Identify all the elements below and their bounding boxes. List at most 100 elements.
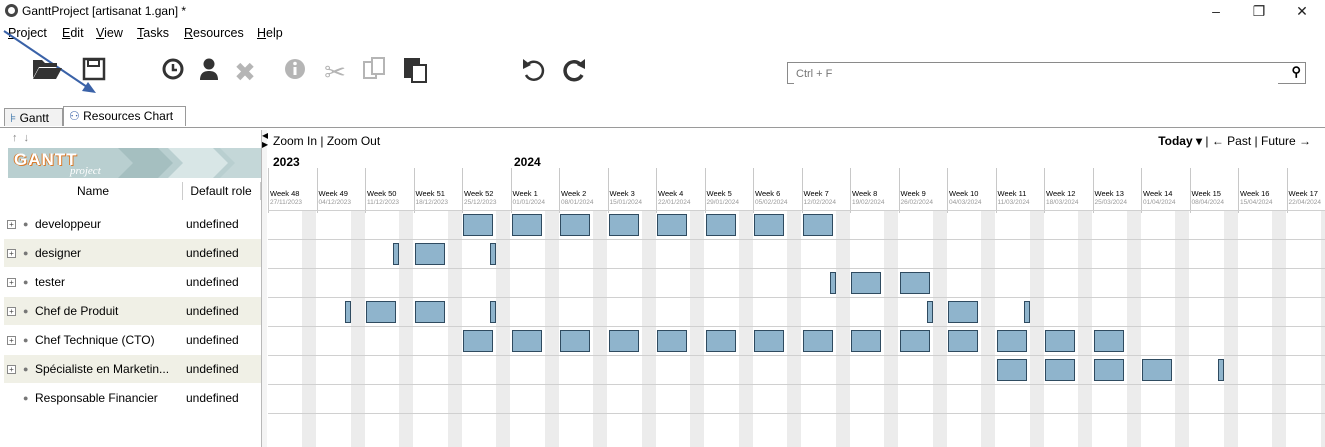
load-bar[interactable] xyxy=(1093,359,1124,381)
load-bar[interactable] xyxy=(490,301,496,323)
weekend-shade xyxy=(981,210,995,447)
person-icon[interactable] xyxy=(196,56,222,88)
column-header-name[interactable]: Name xyxy=(4,182,183,200)
load-bar[interactable] xyxy=(511,330,542,352)
table-row[interactable]: + ● developpeur undefined xyxy=(4,210,261,238)
search-input[interactable] xyxy=(794,64,1278,84)
load-bar[interactable] xyxy=(344,301,351,323)
cut-icon[interactable]: ✂ xyxy=(320,56,350,88)
resource-role: undefined xyxy=(186,362,239,376)
expand-icon[interactable]: + xyxy=(7,278,16,287)
table-row[interactable]: + ● Chef de Produit undefined xyxy=(4,297,261,325)
expand-icon[interactable]: + xyxy=(7,249,16,258)
past-link[interactable]: ← Past xyxy=(1212,134,1251,148)
menu-tasks[interactable]: Tasks xyxy=(137,26,169,40)
load-bar[interactable] xyxy=(1045,359,1075,381)
chevron-down-icon[interactable]: ▾ xyxy=(1196,134,1202,148)
expand-icon[interactable]: + xyxy=(7,307,16,316)
tab-gantt[interactable]: ⊧ Gantt xyxy=(4,108,63,126)
load-bar[interactable] xyxy=(463,214,493,236)
future-link[interactable]: Future → xyxy=(1261,134,1311,148)
panel-splitter[interactable]: ◀ ▶ xyxy=(262,130,268,447)
weekend-shade xyxy=(302,210,316,447)
load-bar[interactable] xyxy=(1142,359,1172,381)
resource-name: Responsable Financier xyxy=(35,391,158,405)
column-header-default-role[interactable]: Default role xyxy=(182,182,261,200)
zoom-out-link[interactable]: Zoom Out xyxy=(327,134,380,148)
table-row[interactable]: + ● tester undefined xyxy=(4,268,261,296)
load-bar[interactable] xyxy=(754,330,784,352)
save-icon[interactable] xyxy=(80,56,108,88)
load-bar[interactable] xyxy=(657,330,687,352)
week-column-header: Week 52 25/12/2023 xyxy=(462,168,512,213)
logo-subtitle: project xyxy=(70,165,101,177)
maximize-button[interactable]: ❐ xyxy=(1239,2,1279,20)
tab-resources-chart[interactable]: ⚇ Resources Chart xyxy=(63,106,186,126)
load-bar[interactable] xyxy=(1093,330,1124,352)
load-bar[interactable] xyxy=(1045,330,1075,352)
load-bar[interactable] xyxy=(414,301,445,323)
close-button[interactable]: ✕ xyxy=(1282,2,1322,20)
load-bar[interactable] xyxy=(996,359,1027,381)
load-bar[interactable] xyxy=(705,330,736,352)
table-row[interactable]: + ● designer undefined xyxy=(4,239,261,267)
menu-resources[interactable]: Resources xyxy=(184,26,244,40)
year-label: 2023 xyxy=(273,155,300,169)
load-bar[interactable] xyxy=(948,330,978,352)
load-bar[interactable] xyxy=(463,330,493,352)
search-icon[interactable]: ⚲ xyxy=(1291,64,1301,80)
redo-icon[interactable] xyxy=(560,56,590,88)
load-bar[interactable] xyxy=(414,243,445,265)
load-bar[interactable] xyxy=(851,272,881,294)
undo-icon[interactable] xyxy=(518,56,548,88)
load-bar[interactable] xyxy=(899,272,930,294)
load-bar[interactable] xyxy=(948,301,978,323)
week-column-header: Week 1 01/01/2024 xyxy=(510,168,561,213)
delete-icon[interactable]: ✖ xyxy=(232,56,258,88)
copy-icon[interactable] xyxy=(360,56,390,88)
load-bar[interactable] xyxy=(899,330,930,352)
menu-help[interactable]: Help xyxy=(257,26,283,40)
expand-icon[interactable]: + xyxy=(7,365,16,374)
table-row[interactable]: + ● Chef Technique (CTO) undefined xyxy=(4,326,261,354)
load-bar[interactable] xyxy=(996,330,1027,352)
expand-icon[interactable]: + xyxy=(7,336,16,345)
load-bar[interactable] xyxy=(560,214,590,236)
load-bar[interactable] xyxy=(829,272,836,294)
info-icon[interactable] xyxy=(282,56,308,88)
load-bar[interactable] xyxy=(366,301,396,323)
load-bar[interactable] xyxy=(1023,301,1030,323)
load-bar[interactable] xyxy=(608,330,639,352)
expand-icon[interactable]: + xyxy=(7,220,16,229)
open-folder-icon[interactable] xyxy=(30,56,64,88)
load-bar[interactable] xyxy=(705,214,736,236)
load-bar[interactable] xyxy=(657,214,687,236)
load-bar[interactable] xyxy=(1217,359,1224,381)
row-divider xyxy=(268,297,1325,298)
weekend-shade xyxy=(932,210,947,447)
week-date: 08/04/2024 xyxy=(1191,199,1225,206)
load-bar[interactable] xyxy=(802,330,833,352)
weekend-shade xyxy=(1320,210,1325,447)
load-bar[interactable] xyxy=(754,214,784,236)
paste-icon[interactable] xyxy=(400,56,430,88)
move-up-down-icons[interactable]: ↑↓ xyxy=(12,132,35,144)
load-bar[interactable] xyxy=(851,330,881,352)
zoom-in-link[interactable]: Zoom In xyxy=(273,134,317,148)
week-column-header: Week 6 05/02/2024 xyxy=(753,168,803,213)
minimize-button[interactable]: – xyxy=(1196,2,1236,20)
zoom-controls: Zoom In | Zoom Out xyxy=(273,134,381,148)
resource-icon: ● xyxy=(23,364,29,374)
week-label: Week 8 xyxy=(852,189,878,198)
load-bar[interactable] xyxy=(926,301,933,323)
load-bar[interactable] xyxy=(393,243,399,265)
load-bar[interactable] xyxy=(560,330,590,352)
load-bar[interactable] xyxy=(608,214,639,236)
table-row[interactable]: + ● Spécialiste en Marketin... undefined xyxy=(4,355,261,383)
load-bar[interactable] xyxy=(802,214,833,236)
clock-icon[interactable] xyxy=(160,56,186,88)
load-bar[interactable] xyxy=(511,214,542,236)
load-bar[interactable] xyxy=(490,243,496,265)
today-dropdown[interactable]: Today xyxy=(1158,134,1192,148)
table-row[interactable]: ● Responsable Financier undefined xyxy=(4,384,261,412)
